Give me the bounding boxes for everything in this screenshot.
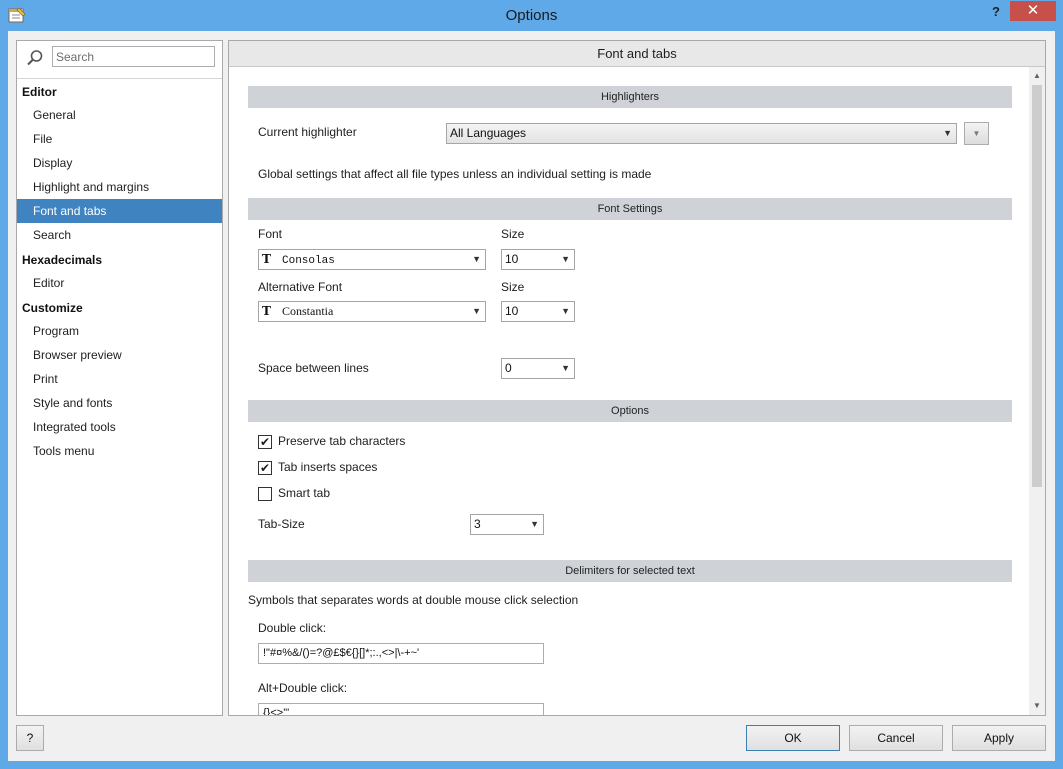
tree-item-font-and-tabs[interactable]: Font and tabs [17,199,222,223]
tree-item-style-and-fonts[interactable]: Style and fonts [17,391,222,415]
alt-font-label: Alternative Font [258,280,343,294]
delimiters-description: Symbols that separates words at double m… [248,593,579,607]
tab-size-label: Tab-Size [258,517,305,531]
tab-inserts-spaces-option[interactable]: ✔ Tab inserts spaces [258,460,377,476]
tree-item-tools-menu[interactable]: Tools menu [17,439,222,463]
scroll-thumb[interactable] [1032,85,1042,487]
preserve-tab-checkbox[interactable]: ✔ [258,434,272,449]
title-help-button[interactable]: ? [986,4,1006,22]
tree-item-display[interactable]: Display [17,151,222,175]
title-bar[interactable]: Options ? ✕ [0,0,1063,32]
ok-button[interactable]: OK [746,725,840,751]
size-label: Size [501,227,525,241]
dialog-client: Editor General File Display Highlight an… [8,31,1055,761]
smart-tab-checkbox[interactable] [258,486,272,501]
chevron-down-icon: ▼ [561,363,570,373]
tab-inserts-spaces-checkbox[interactable]: ✔ [258,460,272,475]
smart-tab-option[interactable]: Smart tab [258,486,330,502]
dialog-help-button[interactable]: ? [16,725,44,751]
close-button[interactable]: ✕ [1010,1,1056,21]
scroll-up-icon[interactable]: ▲ [1029,69,1045,83]
tree-item-general[interactable]: General [17,103,222,127]
current-highlighter-label: Current highlighter [258,125,357,139]
alt-double-click-field[interactable]: {}<>'" [258,703,544,715]
chevron-down-icon: ▼ [530,519,539,529]
tab-size-select[interactable]: 3 ▼ [470,514,544,535]
preserve-tab-label: Preserve tab characters [278,434,406,448]
tab-inserts-spaces-label: Tab inserts spaces [278,460,378,474]
apply-button[interactable]: Apply [952,725,1046,751]
smart-tab-label: Smart tab [278,486,331,500]
section-highlighters: Highlighters [248,86,1012,108]
tree-heading-editor[interactable]: Editor [22,85,57,99]
double-click-field[interactable]: !"#¤%&/()=?@£$€{}[]*;:.,<>|\-+~' [258,643,544,664]
tree-item-highlight-and-margins[interactable]: Highlight and margins [17,175,222,199]
panel-title: Font and tabs [229,41,1045,67]
alt-font-select[interactable]: T Constantia ▼ [258,301,486,322]
chevron-down-icon: ▼ [561,306,570,316]
section-font-settings: Font Settings [248,198,1012,220]
font-label: Font [258,227,283,241]
vertical-scrollbar[interactable]: ▲ ▼ [1029,67,1045,715]
search-input[interactable] [52,46,215,67]
line-spacing-label: Space between lines [258,361,369,375]
section-delimiters: Delimiters for selected text [248,560,1012,582]
window-title: Options [505,7,558,24]
alt-font-size-value: 10 [505,304,519,318]
current-highlighter-value: All Languages [450,126,527,140]
font-value: Consolas [282,255,335,267]
highlighter-description: Global settings that affect all file typ… [258,167,652,181]
alt-size-label: Size [501,280,525,294]
category-panel: Editor General File Display Highlight an… [16,40,223,716]
chevron-down-icon: ▼ [943,128,952,138]
tree-item-integrated-tools[interactable]: Integrated tools [17,415,222,439]
search-row [17,41,222,79]
scroll-down-icon[interactable]: ▼ [1029,699,1045,713]
alt-double-click-label: Alt+Double click: [258,681,348,695]
tree-heading-customize[interactable]: Customize [22,301,83,315]
tab-size-value: 3 [474,517,481,531]
line-spacing-value: 0 [505,361,512,375]
section-options: Options [248,400,1012,422]
tree-item-search[interactable]: Search [17,223,222,247]
settings-panel: Font and tabs Highlighters Current highl… [228,40,1046,716]
font-type-icon: T [262,252,271,266]
chevron-down-icon: ▼ [472,254,481,264]
double-click-label: Double click: [258,621,327,635]
options-window: Options ? ✕ Editor General File Display … [0,0,1063,769]
tree-item-file[interactable]: File [17,127,222,151]
tree-item-browser-preview[interactable]: Browser preview [17,343,222,367]
current-highlighter-select[interactable]: All Languages ▼ [446,123,957,144]
font-size-select[interactable]: 10 ▼ [501,249,575,270]
preserve-tab-option[interactable]: ✔ Preserve tab characters [258,434,405,450]
font-select[interactable]: T Consolas ▼ [258,249,486,270]
alt-font-value: Constantia [282,304,334,318]
tree-heading-hexadecimals[interactable]: Hexadecimals [22,253,102,267]
search-icon [27,50,43,66]
cancel-button[interactable]: Cancel [849,725,943,751]
highlighter-menu-button[interactable]: ▼ [964,122,989,145]
tree-item-program[interactable]: Program [17,319,222,343]
font-size-value: 10 [505,252,519,266]
chevron-down-icon: ▼ [472,306,481,316]
tree-item-print[interactable]: Print [17,367,222,391]
alt-font-size-select[interactable]: 10 ▼ [501,301,575,322]
line-spacing-select[interactable]: 0 ▼ [501,358,575,379]
chevron-down-icon: ▼ [561,254,570,264]
font-type-icon: T [262,304,271,318]
tree-item-hex-editor[interactable]: Editor [17,271,222,295]
